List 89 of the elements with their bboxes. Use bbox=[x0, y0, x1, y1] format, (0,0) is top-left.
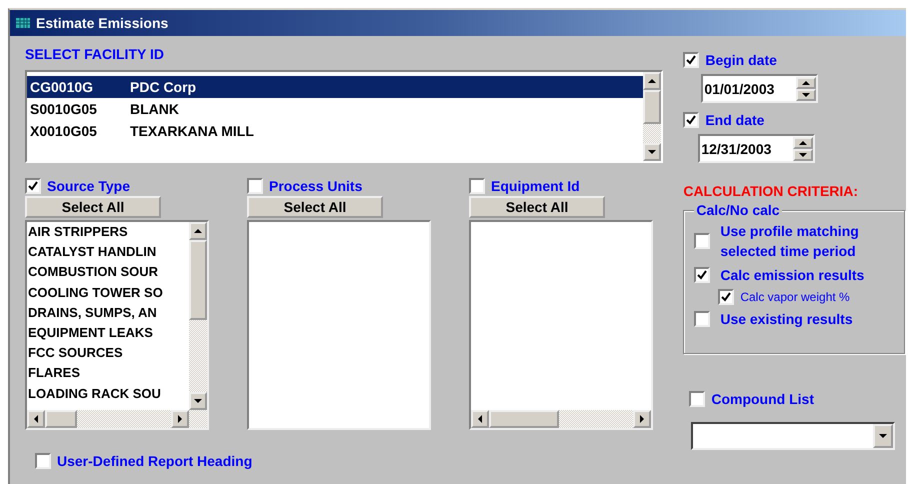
scrollbar[interactable] bbox=[471, 410, 651, 428]
dropdown-button[interactable] bbox=[873, 424, 894, 448]
left-arrow-icon bbox=[476, 415, 484, 423]
list-item[interactable]: DRAINS, SUMPS, AN bbox=[28, 302, 189, 323]
up-arrow-icon bbox=[648, 77, 656, 85]
checkbox-label: End date bbox=[705, 112, 764, 128]
scroll-right-button[interactable] bbox=[633, 410, 651, 428]
left-arrow-icon bbox=[32, 415, 40, 423]
list-box[interactable]: AIR STRIPPERS CATALYST HANDLIN COMBUSTION SOUR COOLING TOWER SO DRAINS, SUMPS, AN EQUIPMENT LEAKS FCC SOURCES FLARES LOADING RACK SOU bbox=[25, 220, 209, 430]
right-arrow-icon bbox=[638, 415, 646, 423]
app-icon bbox=[14, 16, 32, 30]
date-field[interactable]: 12/31/2003 bbox=[698, 134, 816, 163]
scrollbar[interactable] bbox=[643, 72, 662, 161]
scroll-up-button[interactable] bbox=[189, 222, 207, 240]
scroll-up-button[interactable] bbox=[643, 72, 662, 90]
checkbox[interactable] bbox=[718, 289, 734, 305]
list-item[interactable]: AIR STRIPPERS bbox=[28, 222, 189, 242]
facility-id: X0010G05 bbox=[30, 123, 98, 139]
spin-up-button[interactable] bbox=[793, 136, 814, 148]
facility-row[interactable]: S0010G05 BLANK bbox=[27, 98, 644, 120]
facility-id: CG0010G bbox=[30, 79, 94, 95]
list-item[interactable]: COOLING TOWER SO bbox=[28, 282, 189, 303]
checkbox-label: Begin date bbox=[705, 52, 777, 68]
list-item[interactable]: EQUIPMENT LEAKS bbox=[28, 322, 189, 344]
checkbox[interactable] bbox=[25, 178, 41, 194]
checkbox[interactable] bbox=[469, 178, 485, 194]
select-all-button[interactable]: Select All bbox=[469, 196, 605, 218]
spin-up-button[interactable] bbox=[796, 76, 816, 88]
window-title: Estimate Emissions bbox=[36, 15, 168, 31]
checkbox-label: Compound List bbox=[711, 391, 814, 407]
select-all-button[interactable]: Select All bbox=[25, 196, 161, 218]
up-arrow-icon bbox=[802, 78, 810, 86]
checkbox-label: Calc emission results bbox=[719, 266, 866, 285]
scroll-right-button[interactable] bbox=[171, 410, 189, 428]
date-field[interactable]: 01/01/2003 bbox=[701, 74, 818, 103]
scroll-thumb[interactable] bbox=[489, 410, 559, 428]
down-arrow-icon bbox=[799, 150, 808, 158]
checkbox[interactable] bbox=[247, 178, 263, 194]
scroll-down-button[interactable] bbox=[643, 143, 662, 161]
scroll-thumb[interactable] bbox=[189, 240, 207, 320]
checkbox-label: Use profile matching selected time period bbox=[719, 222, 860, 261]
list-item[interactable]: FCC SOURCES bbox=[28, 343, 189, 364]
checkbox-label: User-Defined Report Heading bbox=[57, 453, 252, 469]
checkbox[interactable] bbox=[694, 233, 710, 249]
section-title: CALCULATION CRITERIA: bbox=[683, 183, 860, 199]
down-arrow-icon bbox=[802, 90, 810, 98]
scroll-thumb[interactable] bbox=[45, 410, 77, 428]
list-item[interactable]: FLARES bbox=[28, 363, 189, 384]
scrollbar[interactable] bbox=[189, 222, 207, 410]
right-arrow-icon bbox=[176, 415, 184, 423]
scroll-left-button[interactable] bbox=[27, 410, 45, 428]
list-item[interactable]: COMBUSTION SOUR bbox=[28, 262, 189, 283]
scroll-left-button[interactable] bbox=[471, 410, 489, 428]
facility-name: TEXARKANA MILL bbox=[130, 123, 254, 139]
facility-id: S0010G05 bbox=[30, 101, 98, 117]
checkbox-label: Process Units bbox=[269, 178, 362, 194]
facility-row[interactable]: X0010G05 TEXARKANA MILL bbox=[27, 120, 644, 142]
facility-name: PDC Corp bbox=[130, 79, 196, 95]
checkbox[interactable] bbox=[35, 453, 51, 469]
list-box[interactable] bbox=[247, 220, 431, 430]
list-item[interactable]: LOADING RACK SOU bbox=[28, 384, 189, 404]
down-arrow-icon bbox=[879, 432, 888, 440]
down-arrow-icon bbox=[648, 148, 656, 156]
facility-name: BLANK bbox=[130, 101, 179, 117]
checkbox[interactable] bbox=[694, 311, 710, 327]
checkbox[interactable] bbox=[683, 52, 700, 68]
checkbox-label: Equipment Id bbox=[491, 178, 580, 194]
checkbox[interactable] bbox=[683, 112, 700, 128]
list-item[interactable]: CATALYST HANDLIN bbox=[28, 242, 189, 262]
list-box[interactable] bbox=[469, 220, 653, 430]
facility-list[interactable]: CG0010G PDC Corp S0010G05 BLANK X0010G05 TEXARKANA MILL bbox=[25, 70, 664, 163]
spin-down-button[interactable] bbox=[793, 148, 814, 160]
checkbox-label: Use existing results bbox=[719, 310, 854, 329]
scroll-thumb[interactable] bbox=[643, 90, 662, 124]
group-label: Calc/No calc bbox=[694, 202, 782, 218]
up-arrow-icon bbox=[194, 227, 202, 235]
spin-down-button[interactable] bbox=[796, 88, 816, 100]
up-arrow-icon bbox=[799, 138, 808, 146]
section-label: SELECT FACILITY ID bbox=[25, 46, 165, 64]
down-arrow-icon bbox=[194, 397, 202, 405]
checkbox[interactable] bbox=[694, 267, 710, 283]
checkbox-label: Source Type bbox=[47, 178, 130, 194]
compound-dropdown[interactable] bbox=[691, 422, 896, 450]
scrollbar[interactable] bbox=[27, 410, 207, 428]
checkbox-label: Calc vapor weight % bbox=[740, 290, 850, 304]
scroll-down-button[interactable] bbox=[189, 392, 207, 410]
facility-row[interactable]: CG0010G PDC Corp bbox=[27, 76, 644, 98]
checkbox[interactable] bbox=[689, 391, 706, 407]
select-all-button[interactable]: Select All bbox=[247, 196, 383, 218]
